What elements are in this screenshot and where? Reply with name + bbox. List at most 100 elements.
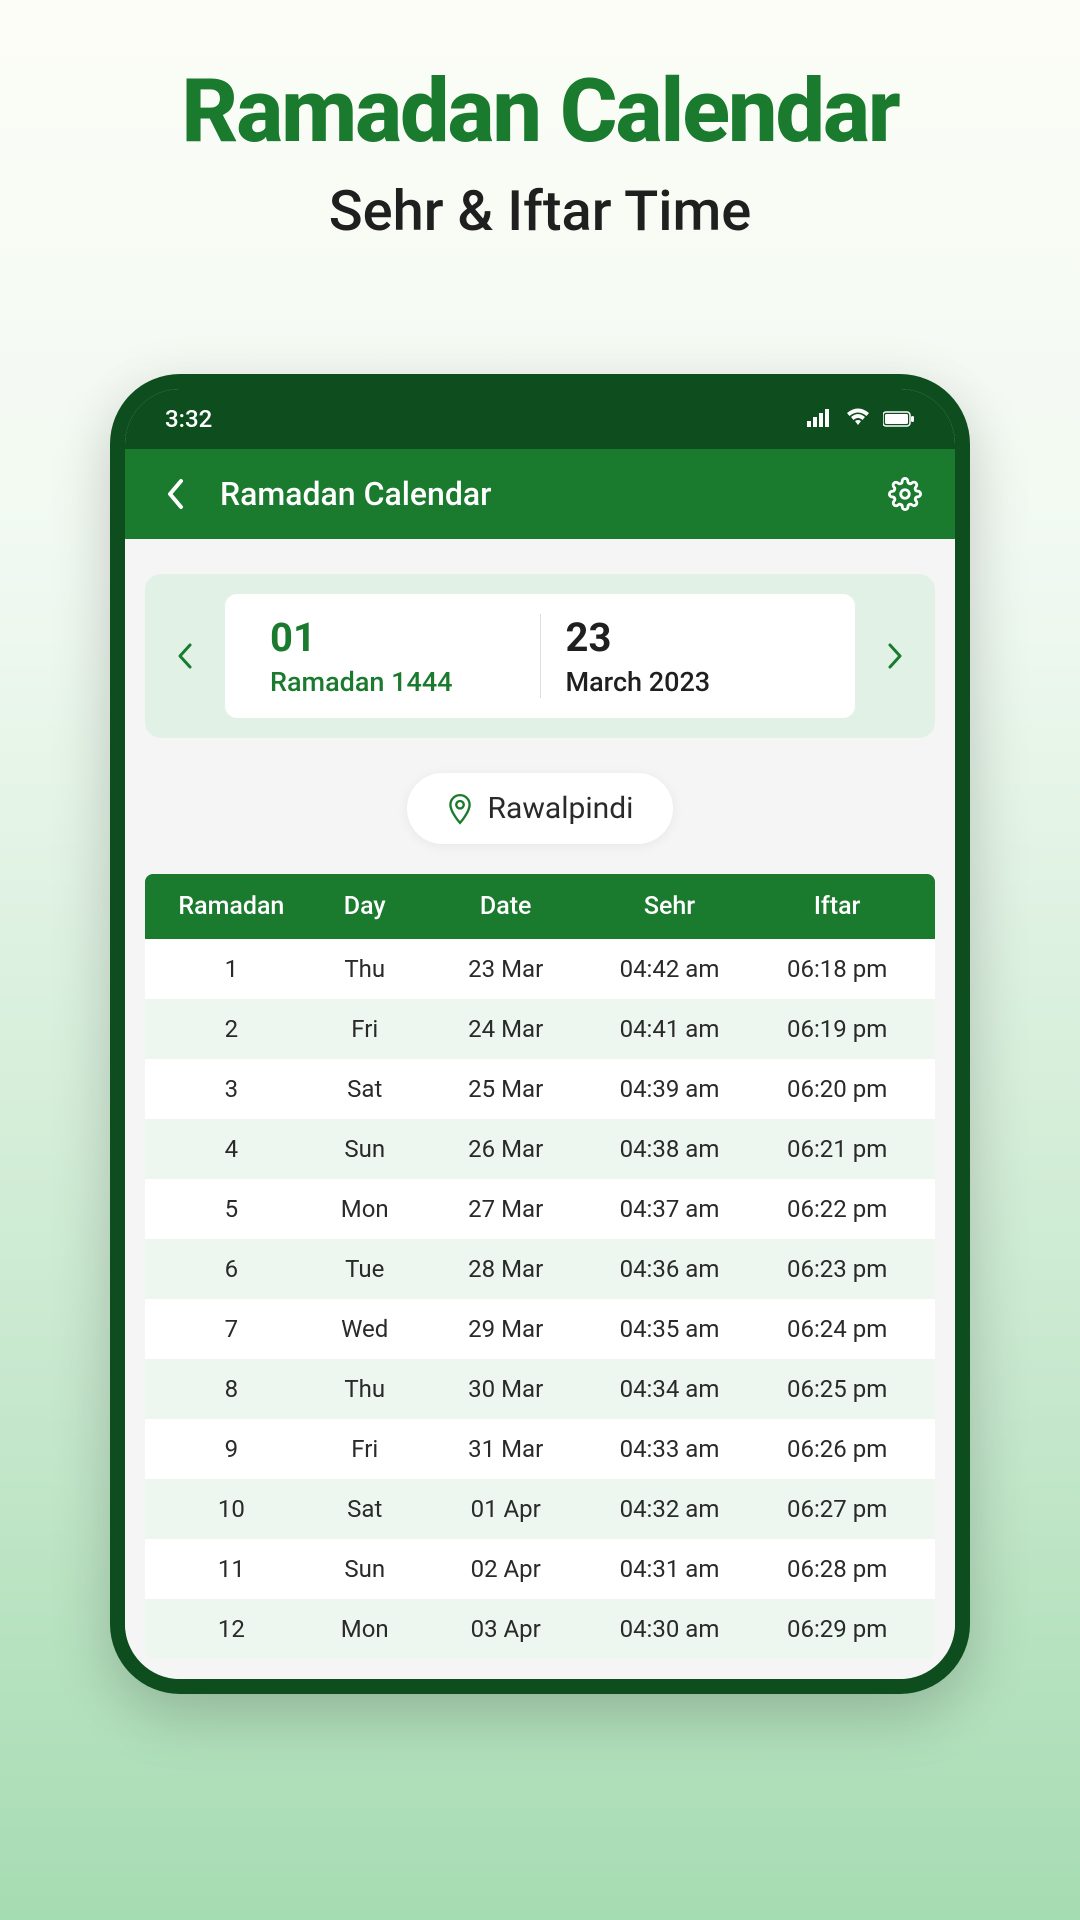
status-bar: 3:32 — [125, 389, 955, 449]
date-selector: 01 Ramadan 1444 23 March 2023 — [145, 574, 935, 738]
cell-date: 30 Mar — [426, 1375, 586, 1403]
cell-ramadan: 6 — [159, 1255, 304, 1283]
gregorian-date: 23 March 2023 — [551, 614, 826, 698]
cell-iftar: 06:26 pm — [753, 1435, 921, 1463]
header-date: Date — [426, 892, 586, 921]
battery-icon — [883, 405, 915, 433]
cell-sehr: 04:34 am — [586, 1375, 754, 1403]
cell-date: 24 Mar — [426, 1015, 586, 1043]
hijri-day: 01 — [270, 614, 515, 661]
cell-iftar: 06:18 pm — [753, 955, 921, 983]
table-row: 3 Sat 25 Mar 04:39 am 06:20 pm — [145, 1059, 935, 1119]
cell-date: 29 Mar — [426, 1315, 586, 1343]
cell-iftar: 06:29 pm — [753, 1615, 921, 1643]
chevron-left-icon — [166, 478, 184, 510]
cell-sehr: 04:41 am — [586, 1015, 754, 1043]
chevron-right-icon — [887, 642, 903, 670]
header-sehr: Sehr — [586, 892, 754, 921]
table-row: 11 Sun 02 Apr 04:31 am 06:28 pm — [145, 1539, 935, 1599]
back-button[interactable] — [155, 478, 195, 510]
cell-iftar: 06:25 pm — [753, 1375, 921, 1403]
prev-date-button[interactable] — [165, 642, 205, 670]
cell-day: Thu — [304, 1375, 426, 1403]
cell-iftar: 06:21 pm — [753, 1135, 921, 1163]
cell-sehr: 04:35 am — [586, 1315, 754, 1343]
table-row: 1 Thu 23 Mar 04:42 am 06:18 pm — [145, 939, 935, 999]
cell-day: Wed — [304, 1315, 426, 1343]
cell-date: 02 Apr — [426, 1555, 586, 1583]
table-body: 1 Thu 23 Mar 04:42 am 06:18 pm 2 Fri 24 … — [145, 939, 935, 1659]
cell-ramadan: 8 — [159, 1375, 304, 1403]
settings-button[interactable] — [885, 477, 925, 511]
cell-iftar: 06:23 pm — [753, 1255, 921, 1283]
cell-ramadan: 11 — [159, 1555, 304, 1583]
signal-icon — [807, 405, 833, 433]
cell-ramadan: 5 — [159, 1195, 304, 1223]
date-divider — [540, 614, 541, 698]
status-time: 3:32 — [165, 405, 212, 433]
cell-date: 26 Mar — [426, 1135, 586, 1163]
phone-screen: 3:32 — [125, 389, 955, 1679]
cell-day: Tue — [304, 1255, 426, 1283]
hijri-date: 01 Ramadan 1444 — [255, 614, 530, 698]
cell-iftar: 06:28 pm — [753, 1555, 921, 1583]
marketing-title: Ramadan Calendar — [0, 60, 1080, 163]
cell-ramadan: 4 — [159, 1135, 304, 1163]
table-row: 12 Mon 03 Apr 04:30 am 06:29 pm — [145, 1599, 935, 1659]
cell-iftar: 06:19 pm — [753, 1015, 921, 1043]
cell-iftar: 06:24 pm — [753, 1315, 921, 1343]
location-selector[interactable]: Rawalpindi — [407, 773, 674, 844]
status-icons — [807, 405, 915, 433]
content-area: 01 Ramadan 1444 23 March 2023 — [125, 539, 955, 1679]
cell-ramadan: 7 — [159, 1315, 304, 1343]
cell-day: Mon — [304, 1615, 426, 1643]
cell-day: Sun — [304, 1555, 426, 1583]
cell-ramadan: 9 — [159, 1435, 304, 1463]
cell-ramadan: 1 — [159, 955, 304, 983]
app-title: Ramadan Calendar — [220, 475, 885, 513]
table-row: 5 Mon 27 Mar 04:37 am 06:22 pm — [145, 1179, 935, 1239]
cell-ramadan: 10 — [159, 1495, 304, 1523]
location-pin-icon — [447, 793, 473, 825]
gregorian-day: 23 — [566, 614, 811, 661]
cell-sehr: 04:37 am — [586, 1195, 754, 1223]
cell-date: 31 Mar — [426, 1435, 586, 1463]
cell-sehr: 04:33 am — [586, 1435, 754, 1463]
cell-day: Thu — [304, 955, 426, 983]
cell-date: 28 Mar — [426, 1255, 586, 1283]
header-day: Day — [304, 892, 426, 921]
gear-icon — [888, 477, 922, 511]
location-text: Rawalpindi — [488, 791, 634, 826]
cell-date: 27 Mar — [426, 1195, 586, 1223]
next-date-button[interactable] — [875, 642, 915, 670]
app-header: Ramadan Calendar — [125, 449, 955, 539]
phone-frame: 3:32 — [110, 374, 970, 1694]
table-row: 4 Sun 26 Mar 04:38 am 06:21 pm — [145, 1119, 935, 1179]
cell-day: Fri — [304, 1015, 426, 1043]
cell-date: 03 Apr — [426, 1615, 586, 1643]
cell-sehr: 04:30 am — [586, 1615, 754, 1643]
table-row: 10 Sat 01 Apr 04:32 am 06:27 pm — [145, 1479, 935, 1539]
table-row: 6 Tue 28 Mar 04:36 am 06:23 pm — [145, 1239, 935, 1299]
hijri-month: Ramadan 1444 — [270, 666, 515, 698]
cell-ramadan: 12 — [159, 1615, 304, 1643]
table-row: 8 Thu 30 Mar 04:34 am 06:25 pm — [145, 1359, 935, 1419]
cell-day: Mon — [304, 1195, 426, 1223]
table-row: 7 Wed 29 Mar 04:35 am 06:24 pm — [145, 1299, 935, 1359]
cell-iftar: 06:22 pm — [753, 1195, 921, 1223]
cell-date: 01 Apr — [426, 1495, 586, 1523]
cell-ramadan: 2 — [159, 1015, 304, 1043]
cell-sehr: 04:39 am — [586, 1075, 754, 1103]
date-card: 01 Ramadan 1444 23 March 2023 — [225, 594, 855, 718]
table-row: 9 Fri 31 Mar 04:33 am 06:26 pm — [145, 1419, 935, 1479]
cell-day: Sun — [304, 1135, 426, 1163]
marketing-subtitle: Sehr & Iftar Time — [0, 178, 1080, 244]
cell-sehr: 04:32 am — [586, 1495, 754, 1523]
cell-sehr: 04:36 am — [586, 1255, 754, 1283]
header-ramadan: Ramadan — [159, 892, 304, 921]
calendar-table: Ramadan Day Date Sehr Iftar 1 Thu 23 Mar… — [145, 874, 935, 1659]
cell-iftar: 06:20 pm — [753, 1075, 921, 1103]
cell-sehr: 04:38 am — [586, 1135, 754, 1163]
cell-iftar: 06:27 pm — [753, 1495, 921, 1523]
cell-date: 23 Mar — [426, 955, 586, 983]
